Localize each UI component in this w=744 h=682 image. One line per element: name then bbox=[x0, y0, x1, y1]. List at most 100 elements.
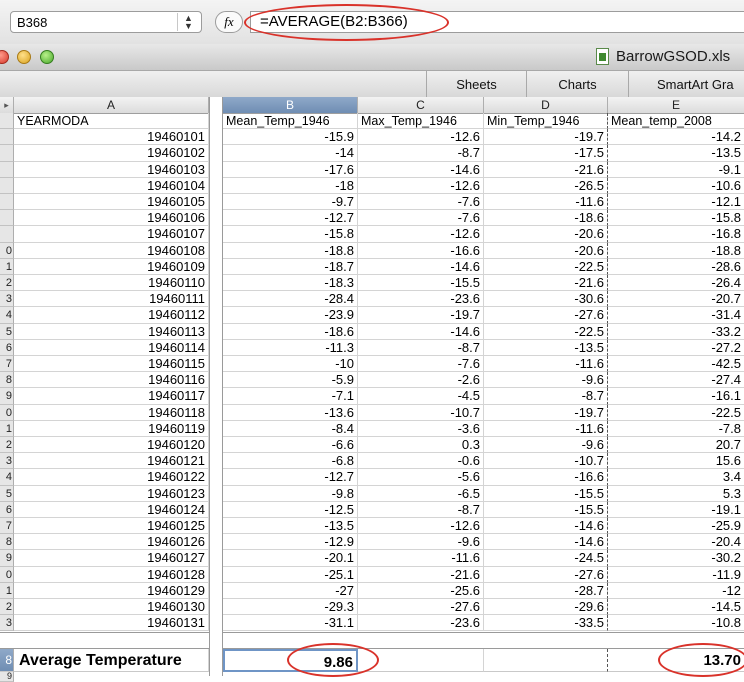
cell-max-1946[interactable]: -12.6 bbox=[358, 177, 484, 194]
cell-min-1946[interactable]: -18.6 bbox=[484, 210, 608, 227]
cell-yearmoda[interactable]: 19460124 bbox=[14, 501, 209, 518]
cell-max-1946[interactable]: -11.6 bbox=[358, 550, 484, 567]
row-header[interactable] bbox=[0, 226, 14, 243]
cell-max-1946[interactable]: -12.6 bbox=[358, 518, 484, 535]
cell-max-1946[interactable]: -9.6 bbox=[358, 534, 484, 551]
cell-mean-1946[interactable]: -8.4 bbox=[223, 420, 358, 437]
cell-mean-2008[interactable]: 3.4 bbox=[608, 469, 744, 486]
cell-mean-1946[interactable]: -12.9 bbox=[223, 534, 358, 551]
row-header[interactable] bbox=[0, 129, 14, 146]
cell-mean-2008[interactable]: -11.9 bbox=[608, 567, 744, 583]
cell-mean-2008[interactable]: -22.5 bbox=[608, 405, 744, 421]
cell-max-1946[interactable]: -8.7 bbox=[358, 145, 484, 162]
header-cell-max-1946[interactable]: Max_Temp_1946 bbox=[358, 113, 484, 130]
cell-yearmoda[interactable]: 19460110 bbox=[14, 275, 209, 292]
row-header[interactable]: 3 bbox=[0, 291, 14, 308]
cell-max-1946[interactable]: -14.6 bbox=[358, 161, 484, 178]
cell-mean-2008[interactable]: -33.2 bbox=[608, 324, 744, 340]
row-header[interactable] bbox=[0, 161, 14, 178]
horizontal-split-bar[interactable] bbox=[0, 632, 744, 649]
cell-min-1946[interactable]: -14.6 bbox=[484, 534, 608, 551]
row-header[interactable]: 3 bbox=[0, 453, 14, 470]
cell-max-1946[interactable]: -16.6 bbox=[358, 242, 484, 259]
cell-mean-1946[interactable]: -20.1 bbox=[223, 550, 358, 567]
cell-max-1946[interactable]: -23.6 bbox=[358, 615, 484, 632]
cell-mean-1946[interactable]: -9.8 bbox=[223, 485, 358, 502]
cell-yearmoda[interactable]: 19460109 bbox=[14, 258, 209, 275]
cell-yearmoda[interactable]: 19460111 bbox=[14, 291, 209, 308]
row-header[interactable]: 9 bbox=[0, 672, 14, 682]
row-header[interactable]: 9 bbox=[0, 550, 14, 567]
header-cell-mean-2008[interactable]: Mean_temp_2008 bbox=[608, 113, 744, 130]
cell-mean-1946[interactable]: -23.9 bbox=[223, 307, 358, 324]
tab-smartart[interactable]: SmartArt Gra bbox=[628, 71, 744, 97]
row-header[interactable] bbox=[0, 177, 14, 194]
cell-yearmoda[interactable]: 19460128 bbox=[14, 566, 209, 583]
cell-min-1946[interactable]: -16.6 bbox=[484, 469, 608, 486]
cell-yearmoda[interactable]: 19460116 bbox=[14, 372, 209, 389]
cell-mean-2008[interactable]: -13.5 bbox=[608, 145, 744, 162]
header-cell-min-1946[interactable]: Min_Temp_1946 bbox=[484, 113, 608, 130]
cell-mean-1946[interactable]: -29.3 bbox=[223, 599, 358, 616]
cell-min-1946[interactable]: -20.6 bbox=[484, 242, 608, 259]
cell-mean-1946[interactable]: -10 bbox=[223, 356, 358, 373]
cell-mean-1946[interactable]: -12.7 bbox=[223, 210, 358, 227]
cell-max-1946[interactable]: -3.6 bbox=[358, 420, 484, 437]
row-header[interactable]: 2 bbox=[0, 437, 14, 454]
cell-min-1946[interactable]: -28.7 bbox=[484, 582, 608, 599]
header-cell-mean-1946[interactable]: Mean_Temp_1946 bbox=[223, 113, 358, 130]
cell-min-1946[interactable]: -30.6 bbox=[484, 291, 608, 308]
cell-mean-1946[interactable]: -25.1 bbox=[223, 566, 358, 583]
cell-min-1946[interactable]: -21.6 bbox=[484, 161, 608, 178]
cell-mean-1946[interactable]: -28.4 bbox=[223, 291, 358, 308]
cell-mean-2008[interactable]: -16.1 bbox=[608, 388, 744, 405]
row-header[interactable]: 3 bbox=[0, 615, 14, 632]
cell-yearmoda[interactable]: 19460102 bbox=[14, 145, 209, 162]
cell-yearmoda[interactable]: 19460103 bbox=[14, 161, 209, 178]
cell-mean-2008[interactable]: -7.8 bbox=[608, 421, 744, 437]
cell-yearmoda[interactable]: 19460122 bbox=[14, 469, 209, 486]
cell-mean-2008[interactable]: -10.8 bbox=[608, 615, 744, 632]
tab-sheets[interactable]: Sheets bbox=[426, 71, 526, 97]
tab-charts[interactable]: Charts bbox=[526, 71, 628, 97]
cell-mean-1946[interactable]: -6.8 bbox=[223, 453, 358, 470]
cell-mean-1946[interactable]: -18.7 bbox=[223, 258, 358, 275]
cell-mean-2008[interactable]: 15.6 bbox=[608, 453, 744, 470]
cell-mean-1946[interactable]: -9.7 bbox=[223, 194, 358, 211]
cell-min-1946[interactable]: -22.5 bbox=[484, 323, 608, 340]
cell-mean-1946[interactable]: -13.6 bbox=[223, 404, 358, 421]
cell-max-1946[interactable]: -14.6 bbox=[358, 323, 484, 340]
cell-mean-2008[interactable]: -20.4 bbox=[608, 534, 744, 551]
cell-min-1946[interactable]: -24.5 bbox=[484, 550, 608, 567]
cell-yearmoda[interactable]: 19460112 bbox=[14, 307, 209, 324]
cell-mean-2008[interactable]: -14.2 bbox=[608, 129, 744, 146]
window-close-button[interactable] bbox=[0, 50, 9, 64]
cell-mean-1946[interactable]: -12.7 bbox=[223, 469, 358, 486]
cell-mean-2008[interactable]: -12.1 bbox=[608, 194, 744, 211]
cell-yearmoda[interactable]: 19460126 bbox=[14, 534, 209, 551]
cell-yearmoda[interactable]: 19460104 bbox=[14, 177, 209, 194]
cell-max-1946[interactable]: -7.6 bbox=[358, 194, 484, 211]
cell-mean-2008[interactable]: -19.1 bbox=[608, 502, 744, 518]
row-header[interactable]: 7 bbox=[0, 356, 14, 373]
cell-mean-1946[interactable]: -13.5 bbox=[223, 518, 358, 535]
cell-yearmoda[interactable]: 19460129 bbox=[14, 582, 209, 599]
cell-yearmoda[interactable]: 19460113 bbox=[14, 323, 209, 340]
cell-max-1946[interactable]: -0.6 bbox=[358, 453, 484, 470]
cell-yearmoda[interactable]: 19460107 bbox=[14, 226, 209, 243]
cell-yearmoda[interactable]: 19460101 bbox=[14, 129, 209, 146]
cell-min-1946[interactable]: -19.7 bbox=[484, 129, 608, 146]
cell-min-1946[interactable]: -27.6 bbox=[484, 566, 608, 583]
cell-mean-1946[interactable]: -14 bbox=[223, 145, 358, 162]
vertical-split-bar[interactable] bbox=[209, 97, 223, 676]
cell-mean-2008[interactable]: -9.1 bbox=[608, 162, 744, 178]
cell-min-1946[interactable]: -27.6 bbox=[484, 307, 608, 324]
formula-input[interactable]: =AVERAGE(B2:B366) bbox=[250, 11, 744, 33]
cell-mean-2008[interactable]: -27.4 bbox=[608, 372, 744, 389]
row-header[interactable]: 9 bbox=[0, 388, 14, 405]
cell-max-1946[interactable]: -7.6 bbox=[358, 210, 484, 227]
cell-max-1946[interactable]: -6.5 bbox=[358, 485, 484, 502]
summary-cell-d[interactable] bbox=[484, 649, 608, 672]
cell-mean-2008[interactable]: -20.7 bbox=[608, 291, 744, 308]
cell-max-1946[interactable]: -21.6 bbox=[358, 566, 484, 583]
